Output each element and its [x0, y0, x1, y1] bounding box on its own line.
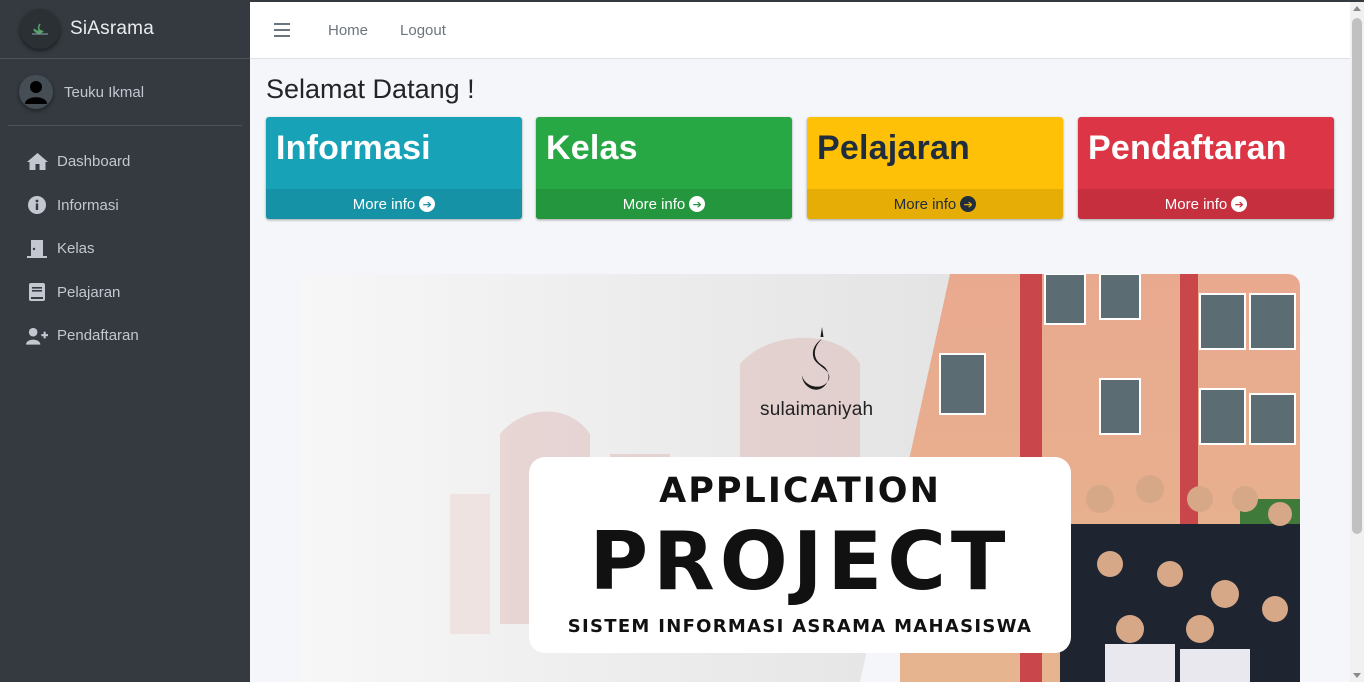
page-title: Selamat Datang !	[266, 74, 475, 104]
small-box-pendaftaran: Pendaftaran More info ➔	[1078, 117, 1334, 219]
sidebar-item-label: Informasi	[57, 196, 119, 214]
banner-line-1: APPLICATION	[659, 471, 941, 511]
top-border	[0, 0, 1364, 2]
more-info-link[interactable]: More info ➔	[266, 189, 522, 219]
user-icon	[25, 81, 47, 104]
sidebar-item-kelas[interactable]: Kelas	[0, 227, 250, 271]
banner-card: APPLICATION PROJECT SISTEM INFORMASI ASR…	[529, 457, 1071, 653]
more-info-link[interactable]: More info ➔	[536, 189, 792, 219]
menu-toggle-icon[interactable]	[274, 23, 290, 37]
more-info-label: More info	[893, 195, 957, 213]
user-plus-icon	[26, 326, 48, 346]
sidebar-item-informasi[interactable]: Informasi	[0, 184, 250, 228]
door-icon	[26, 239, 48, 259]
arrow-circle-right-icon: ➔	[1231, 196, 1248, 212]
logo-text: sulaimaniyah	[760, 399, 874, 420]
box-title: Informasi	[276, 129, 431, 167]
avatar	[19, 75, 53, 109]
book-icon	[26, 282, 48, 302]
banner-line-3: SISTEM INFORMASI ASRAMA MAHASISWA	[567, 616, 1033, 637]
sidebar-item-label: Dashboard	[57, 153, 131, 171]
scrollbar[interactable]	[1350, 2, 1364, 682]
banner-line-2: PROJECT	[589, 515, 1011, 608]
sidebar-item-dashboard[interactable]: Dashboard	[0, 140, 250, 184]
box-title: Pelajaran	[817, 129, 971, 167]
nav-home-link[interactable]: Home	[328, 22, 368, 39]
sidebar: SiAsrama Teuku Ikmal Dashboard Informasi	[0, 0, 250, 682]
info-circle-icon	[26, 195, 48, 215]
sidebar-nav: Dashboard Informasi Kelas Pelajaran Pend…	[0, 126, 250, 358]
user-name: Teuku Ikmal	[64, 83, 145, 101]
more-info-label: More info	[352, 195, 416, 213]
more-info-link[interactable]: More info ➔	[807, 189, 1063, 219]
brand-logo	[20, 9, 60, 49]
arrow-circle-right-icon: ➔	[960, 196, 977, 212]
small-box-informasi: Informasi More info ➔	[266, 117, 522, 219]
top-navbar: Home Logout	[250, 2, 1350, 59]
arrow-circle-right-icon: ➔	[689, 196, 706, 212]
sidebar-item-label: Kelas	[57, 240, 95, 258]
small-box-kelas: Kelas More info ➔	[536, 117, 792, 219]
sulaimaniyah-logo-icon	[798, 327, 846, 395]
small-box-pelajaran: Pelajaran More info ➔	[807, 117, 1063, 219]
nav-logout-link[interactable]: Logout	[400, 22, 446, 39]
scroll-thumb[interactable]	[1352, 18, 1362, 534]
arrow-circle-right-icon: ➔	[419, 196, 436, 212]
scroll-up-arrow-icon[interactable]	[1353, 6, 1361, 11]
brand-link[interactable]: SiAsrama	[0, 0, 250, 59]
more-info-link[interactable]: More info ➔	[1078, 189, 1334, 219]
box-title: Pendaftaran	[1088, 129, 1287, 167]
more-info-label: More info	[622, 195, 686, 213]
more-info-label: More info	[1164, 195, 1228, 213]
sidebar-item-pendaftaran[interactable]: Pendaftaran	[0, 314, 250, 358]
sidebar-item-pelajaran[interactable]: Pelajaran	[0, 271, 250, 315]
sidebar-item-label: Pendaftaran	[57, 327, 139, 345]
sidebar-item-label: Pelajaran	[57, 283, 121, 301]
scroll-down-arrow-icon[interactable]	[1353, 673, 1361, 678]
home-icon	[26, 152, 48, 172]
user-panel[interactable]: Teuku Ikmal	[8, 59, 242, 126]
box-title: Kelas	[546, 129, 638, 167]
brand-name: SiAsrama	[70, 18, 154, 39]
